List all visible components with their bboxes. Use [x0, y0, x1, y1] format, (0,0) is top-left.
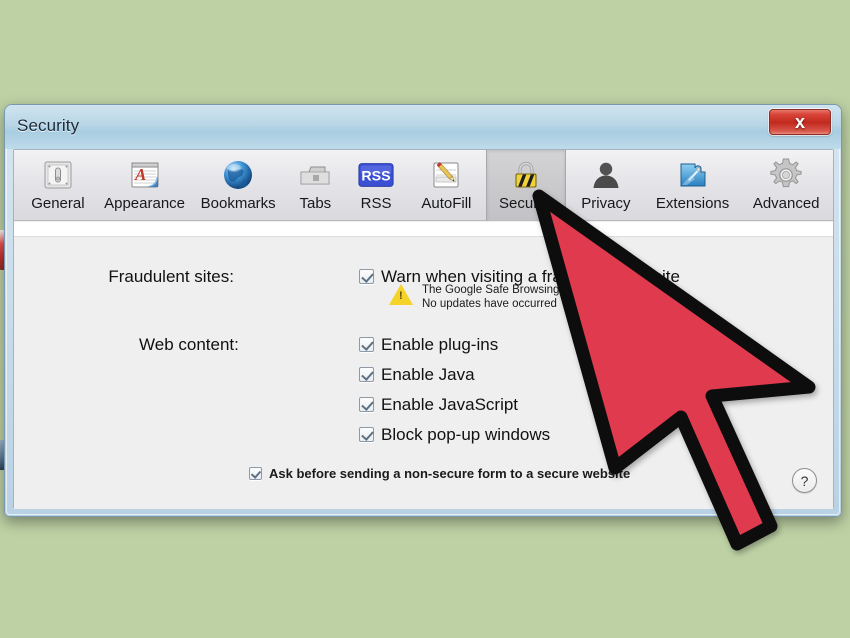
tab-appearance[interactable]: A Appearance — [98, 150, 192, 221]
tabs-icon — [296, 156, 334, 194]
puzzle-icon — [674, 156, 712, 194]
tab-security-label: Security — [499, 195, 554, 212]
tab-appearance-label: Appearance — [104, 195, 186, 212]
security-settings-pane: Fraudulent sites: Warn when visiting a f… — [14, 222, 833, 509]
rss-icon: RSS — [357, 156, 395, 194]
tab-autofill-label: AutoFill — [421, 195, 472, 212]
tab-bookmarks[interactable]: Bookmarks — [191, 150, 285, 221]
gear-icon — [767, 156, 805, 194]
preferences-toolbar: General A Appearance Bookmarks Tabs RSS … — [14, 150, 833, 221]
tab-tabs[interactable]: Tabs — [285, 150, 346, 221]
tab-advanced[interactable]: Advanced — [739, 150, 833, 221]
block-popups-label: Block pop-up windows — [381, 425, 551, 444]
safe-browsing-warning-line2: No updates have occurred — [422, 298, 557, 310]
person-icon — [587, 156, 625, 194]
lock-icon — [507, 156, 545, 194]
preferences-panel: General A Appearance Bookmarks Tabs RSS … — [13, 149, 834, 509]
warning-triangle-icon — [389, 284, 413, 305]
tab-general[interactable]: General — [18, 150, 98, 221]
secure-form-label: Ask before sending a non-secure form to … — [269, 466, 631, 481]
tab-advanced-label: Advanced — [752, 195, 820, 212]
tab-extensions-label: Extensions — [655, 195, 730, 212]
bookmarks-icon — [219, 156, 257, 194]
appearance-icon: A — [126, 156, 164, 194]
block-popups-checkbox[interactable] — [359, 427, 374, 442]
tab-tabs-label: Tabs — [299, 195, 332, 212]
security-preferences-window: Security x General A Appearance Bookmark… — [4, 104, 842, 517]
safe-browsing-warning-line1: The Google Safe Browsing service — [422, 284, 600, 296]
tab-security[interactable]: Security — [486, 150, 567, 221]
title-bar: Security x — [5, 105, 841, 149]
tab-privacy-label: Privacy — [581, 195, 631, 212]
tab-autofill[interactable]: AutoFill — [406, 150, 486, 221]
enable-java-checkbox[interactable] — [359, 367, 374, 382]
tab-rss[interactable]: RSS RSS — [346, 150, 407, 221]
help-button[interactable]: ? — [792, 468, 817, 493]
fraudulent-sites-label: Fraudulent sites: — [108, 267, 234, 286]
enable-java-label: Enable Java — [381, 365, 475, 384]
close-icon: x — [794, 111, 805, 132]
tab-rss-label: RSS — [360, 195, 392, 212]
close-button[interactable]: x — [769, 109, 831, 135]
tab-general-label: General — [31, 195, 85, 212]
general-icon — [39, 156, 77, 194]
svg-text:A: A — [134, 165, 146, 184]
enable-plugins-checkbox[interactable] — [359, 337, 374, 352]
secure-form-checkbox[interactable] — [249, 467, 262, 480]
enable-javascript-label: Enable JavaScript — [381, 395, 519, 414]
autofill-icon — [427, 156, 465, 194]
help-icon: ? — [800, 472, 809, 489]
svg-text:RSS: RSS — [361, 169, 390, 185]
enable-plugins-label: Enable plug-ins — [381, 335, 499, 354]
settings-body: Fraudulent sites: Warn when visiting a f… — [14, 236, 833, 509]
tab-privacy[interactable]: Privacy — [566, 150, 646, 221]
tab-bookmarks-label: Bookmarks — [200, 195, 276, 212]
warn-fraudulent-checkbox[interactable] — [359, 269, 374, 284]
tab-extensions[interactable]: Extensions — [646, 150, 740, 221]
web-content-label: Web content: — [139, 335, 239, 354]
window-title: Security — [17, 116, 80, 135]
enable-javascript-checkbox[interactable] — [359, 397, 374, 412]
